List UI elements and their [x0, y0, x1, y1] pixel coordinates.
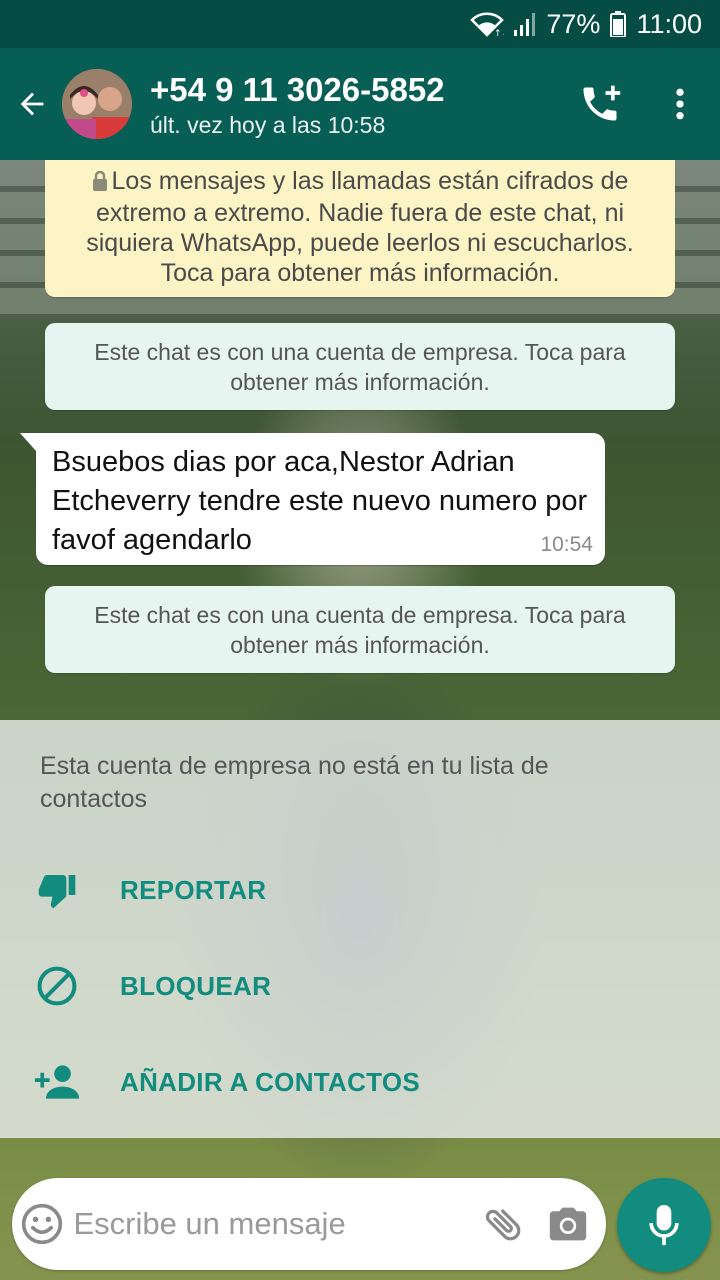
camera-button[interactable]: [536, 1204, 600, 1244]
attach-button[interactable]: [472, 1202, 536, 1246]
report-button[interactable]: REPORTAR: [0, 848, 720, 932]
clock: 11:00: [636, 8, 702, 39]
add-to-contacts-button[interactable]: AÑADIR A CONTACTOS: [0, 1040, 720, 1124]
thumb-down-icon: [0, 870, 120, 910]
signal-icon: [514, 12, 536, 36]
business-account-panel: Esta cuenta de empresa no está en tu lis…: [0, 720, 720, 1138]
microphone-icon: [649, 1204, 679, 1246]
more-vert-icon: [676, 88, 684, 120]
message-text: Bsuebos dias por aca,Nestor Adrian Etche…: [52, 446, 588, 556]
business-notice-text: Este chat es con una cuenta de empresa. …: [94, 602, 626, 658]
block-button[interactable]: BLOQUEAR: [0, 944, 720, 1028]
block-label: BLOQUEAR: [120, 970, 272, 1001]
report-label: REPORTAR: [120, 874, 267, 905]
back-button[interactable]: [2, 48, 62, 160]
back-arrow-icon: [20, 92, 44, 116]
add-to-contacts-label: AÑADIR A CONTACTOS: [120, 1066, 421, 1097]
svg-text:↑↓: ↑↓: [494, 29, 504, 37]
message-composer: [12, 1178, 606, 1270]
camera-icon: [549, 1207, 587, 1241]
add-call-button[interactable]: [560, 48, 640, 160]
contact-title: +54 9 11 3026-5852: [150, 70, 445, 108]
battery-percent: 77%: [546, 8, 601, 39]
add-person-icon: [0, 1062, 120, 1102]
encryption-notice-text: Los mensajes y las llamadas están cifrad…: [86, 167, 634, 287]
paperclip-icon: [486, 1209, 521, 1241]
emoji-button[interactable]: [12, 1202, 71, 1246]
business-notice[interactable]: Este chat es con una cuenta de empresa. …: [45, 586, 675, 673]
last-seen: últ. vez hoy a las 10:58: [150, 111, 386, 138]
chat-header: +54 9 11 3026-5852 últ. vez hoy a las 10…: [0, 48, 720, 160]
business-notice-text: Este chat es con una cuenta de empresa. …: [94, 339, 626, 395]
more-options-button[interactable]: [640, 48, 720, 160]
add-call-icon: [583, 85, 621, 121]
battery-icon: [610, 11, 627, 37]
encryption-notice[interactable]: Los mensajes y las llamadas están cifrad…: [45, 160, 675, 297]
wifi-icon: ↑↓: [470, 11, 504, 37]
message-input[interactable]: [71, 1194, 473, 1254]
message-time: 10:54: [540, 533, 593, 556]
contact-info[interactable]: +54 9 11 3026-5852 últ. vez hoy a las 10…: [150, 70, 560, 139]
avatar[interactable]: [62, 69, 132, 139]
message-bubble-incoming[interactable]: Bsuebos dias por aca,Nestor Adrian Etche…: [20, 433, 605, 565]
block-icon: [0, 964, 120, 1008]
business-notice[interactable]: Este chat es con una cuenta de empresa. …: [45, 323, 675, 410]
status-bar: ↑↓ 77% 11:00: [0, 0, 720, 48]
business-account-note: Esta cuenta de empresa no está en tu lis…: [40, 752, 549, 813]
voice-record-button[interactable]: [617, 1178, 711, 1272]
lock-icon: [92, 168, 108, 198]
emoji-icon: [21, 1203, 62, 1245]
